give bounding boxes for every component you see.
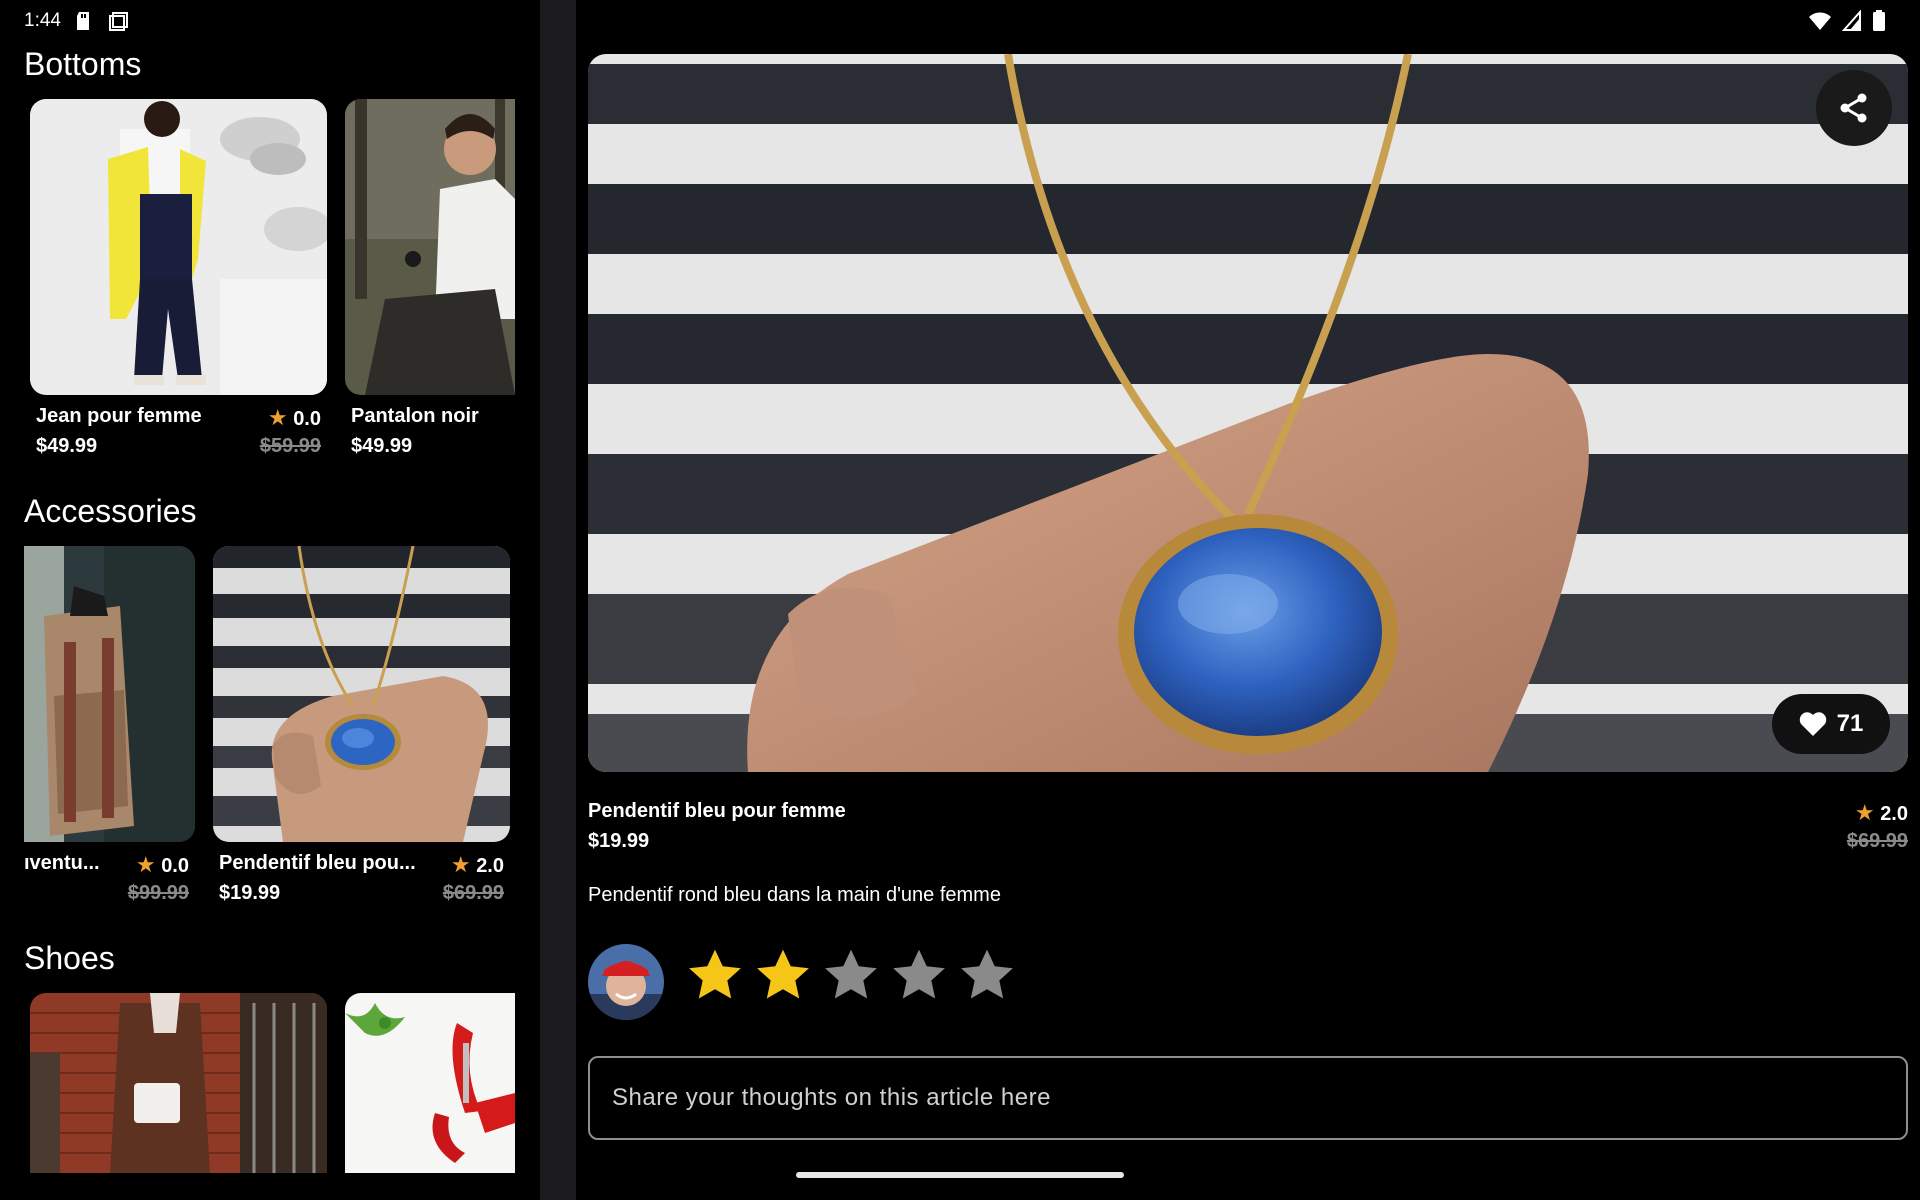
wifi-icon: [1809, 12, 1831, 30]
star-icon: ★: [267, 405, 288, 430]
product-card[interactable]: Jean pour femme $49.99 ★ 0.0 $59.99: [30, 99, 327, 459]
star-icon: ★: [1854, 800, 1875, 825]
sd-card-icon: [77, 12, 89, 30]
rating-star-1[interactable]: [686, 946, 744, 1004]
product-price: $49.99: [36, 435, 98, 457]
product-rating: ★ 0.0: [135, 852, 189, 877]
status-bar: 1:44: [0, 0, 1920, 40]
section-title-bottoms: Bottoms: [24, 46, 142, 82]
rating-star-4[interactable]: [890, 946, 948, 1004]
status-time: 1:44: [24, 10, 61, 31]
detail-pane: 71 Pendentif bleu pour femme $19.99 ★ 2.…: [576, 40, 1920, 1200]
star-icon: ★: [135, 852, 156, 877]
user-rating-stars[interactable]: [686, 946, 1016, 1004]
product-old-price: $59.99: [259, 435, 321, 457]
pane-divider[interactable]: [540, 0, 576, 1200]
like-button[interactable]: 71: [1772, 694, 1890, 754]
user-avatar: [588, 944, 664, 1020]
product-card[interactable]: Pantalon noir $49.99: [345, 99, 540, 459]
product-name: Pendentif bleu pou...: [219, 852, 416, 874]
product-old-price: $99.99: [127, 882, 189, 904]
product-name: Jean pour femme: [36, 405, 202, 427]
product-card-selected[interactable]: Pendentif bleu pou... $19.99 ★ 2.0 $69.9…: [213, 546, 510, 906]
comment-input[interactable]: [588, 1056, 1908, 1140]
product-image: [345, 99, 515, 395]
rating-star-2[interactable]: [754, 946, 812, 1004]
detail-rating: ★ 2.0: [1854, 800, 1908, 825]
catalog-pane: Bottoms Jean pour femme $49.99 ★ 0.0 $59…: [0, 40, 540, 1200]
share-button[interactable]: [1816, 70, 1892, 146]
product-name: ıventu...: [24, 852, 100, 874]
star-icon: ★: [450, 852, 471, 877]
screenshot-icon: [109, 12, 128, 31]
rating-star-5[interactable]: [958, 946, 1016, 1004]
product-rating: ★ 0.0: [267, 405, 321, 430]
product-card[interactable]: [30, 993, 327, 1173]
product-name: Pantalon noir: [351, 405, 479, 427]
detail-title: Pendentif bleu pour femme: [588, 800, 846, 822]
product-price: $49.99: [351, 435, 413, 457]
section-title-accessories: Accessories: [24, 493, 197, 529]
rating-star-3[interactable]: [822, 946, 880, 1004]
product-old-price: $69.99: [442, 882, 504, 904]
battery-icon: [1873, 10, 1885, 31]
product-image: [213, 546, 510, 842]
share-icon: [1840, 93, 1867, 123]
product-image: [24, 546, 195, 842]
detail-description: Pendentif rond bleu dans la main d'une f…: [588, 884, 1001, 906]
product-image: [30, 993, 327, 1173]
product-card[interactable]: [345, 993, 540, 1173]
product-card[interactable]: ıventu... ★ 0.0 $99.99: [0, 546, 195, 906]
detail-hero-image: 71: [588, 54, 1908, 772]
heart-icon: [1799, 712, 1826, 736]
like-count: 71: [1836, 710, 1864, 737]
gesture-nav-bar[interactable]: [796, 1172, 1124, 1178]
section-title-shoes: Shoes: [24, 940, 115, 976]
product-image: [30, 99, 327, 395]
signal-icon: [1842, 10, 1861, 31]
product-rating: ★ 2.0: [450, 852, 504, 877]
product-image: [345, 993, 515, 1173]
detail-price: $19.99: [588, 830, 650, 852]
product-price: $19.99: [219, 882, 281, 904]
detail-old-price: $69.99: [1846, 830, 1908, 852]
